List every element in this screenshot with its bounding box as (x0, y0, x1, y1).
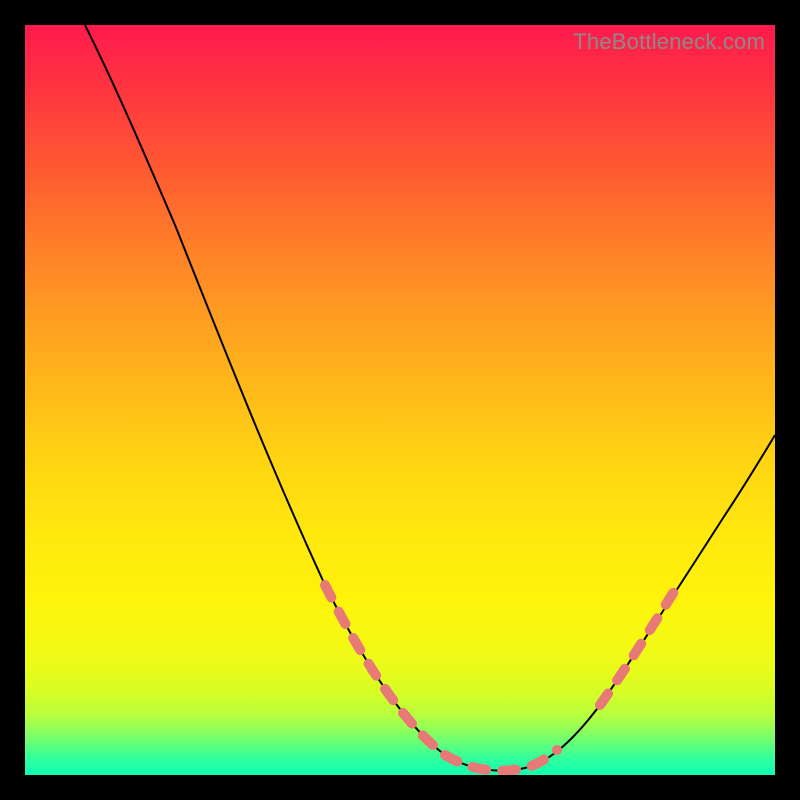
bottleneck-curve (85, 25, 775, 771)
valley-dash-segment (445, 750, 557, 771)
plot-area: TheBottleneck.com (25, 25, 775, 775)
chart-frame: TheBottleneck.com (0, 0, 800, 800)
curve-svg (25, 25, 775, 775)
left-dash-segment (325, 585, 445, 755)
